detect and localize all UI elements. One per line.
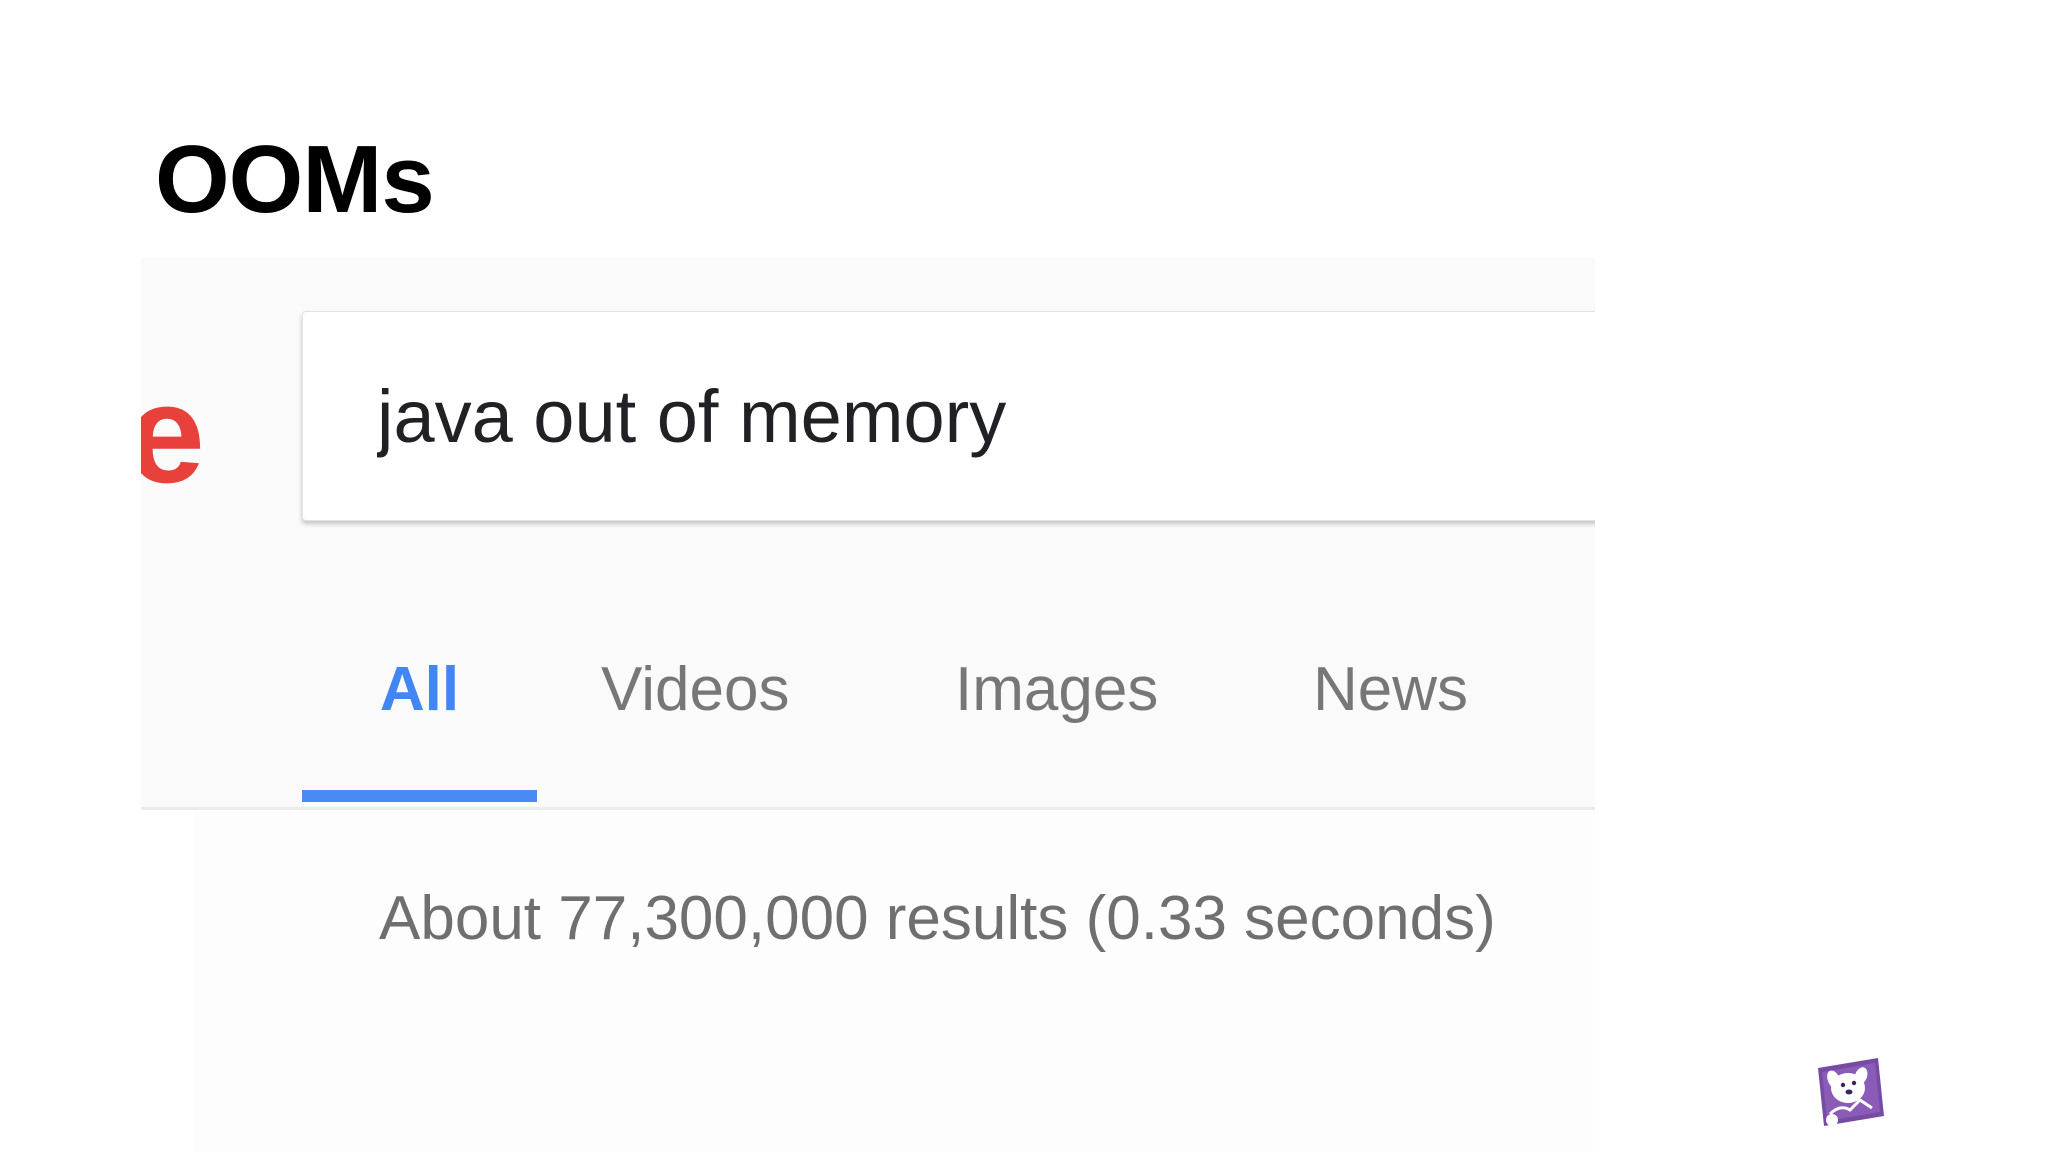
tab-news[interactable]: News — [1313, 650, 1468, 730]
slide: OOMs e All Videos Images News About 77,3… — [0, 0, 2048, 1152]
search-logo-fragment: e — [141, 355, 205, 512]
tab-all[interactable]: All — [302, 650, 537, 730]
slide-title: OOMs — [155, 126, 435, 233]
tab-images[interactable]: Images — [955, 650, 1158, 730]
search-input[interactable] — [377, 372, 1477, 462]
search-box[interactable] — [302, 311, 1595, 521]
search-header: e All Videos Images News — [141, 258, 1595, 810]
results-area — [194, 810, 1595, 1152]
active-tab-indicator — [302, 790, 537, 802]
tab-videos[interactable]: Videos — [601, 650, 789, 730]
datadog-dog-icon — [1812, 1054, 1890, 1132]
result-stats: About 77,300,000 results (0.33 seconds) — [379, 884, 1496, 953]
search-screenshot: e All Videos Images News About 77,300,00… — [141, 258, 1595, 1152]
